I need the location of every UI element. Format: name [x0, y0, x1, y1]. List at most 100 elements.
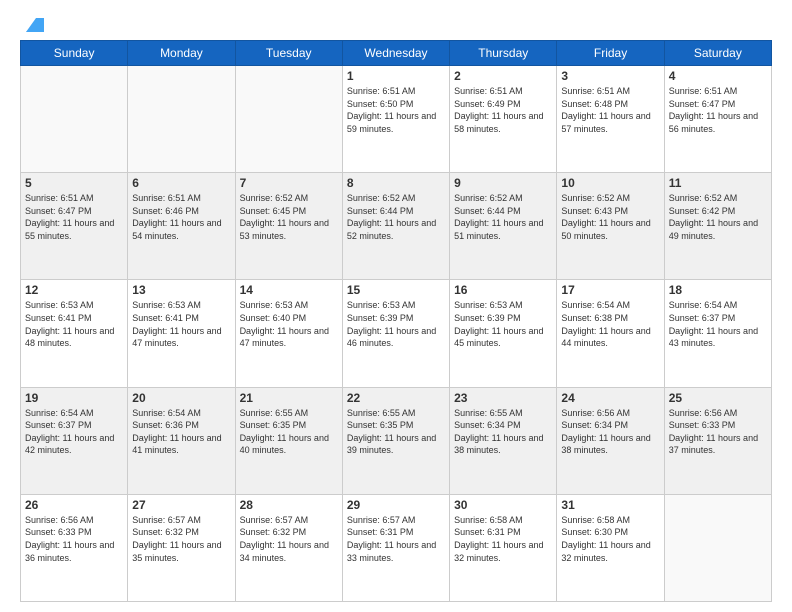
- day-number: 19: [25, 391, 123, 405]
- day-info: Sunrise: 6:51 AM Sunset: 6:47 PM Dayligh…: [669, 85, 767, 135]
- day-number: 22: [347, 391, 445, 405]
- calendar-table: SundayMondayTuesdayWednesdayThursdayFrid…: [20, 40, 772, 602]
- logo-text: [20, 18, 44, 36]
- day-number: 7: [240, 176, 338, 190]
- day-info: Sunrise: 6:55 AM Sunset: 6:34 PM Dayligh…: [454, 407, 552, 457]
- day-info: Sunrise: 6:51 AM Sunset: 6:49 PM Dayligh…: [454, 85, 552, 135]
- day-number: 16: [454, 283, 552, 297]
- day-number: 13: [132, 283, 230, 297]
- calendar-row-1: 1 Sunrise: 6:51 AM Sunset: 6:50 PM Daylig…: [21, 66, 772, 173]
- calendar-cell: 7 Sunrise: 6:52 AM Sunset: 6:45 PM Daylig…: [235, 173, 342, 280]
- calendar-cell: 12Sunrise: 6:53 AM Sunset: 6:41 PM Dayli…: [21, 280, 128, 387]
- day-info: Sunrise: 6:51 AM Sunset: 6:48 PM Dayligh…: [561, 85, 659, 135]
- day-info: Sunrise: 6:52 AM Sunset: 6:44 PM Dayligh…: [347, 192, 445, 242]
- day-number: 4: [669, 69, 767, 83]
- day-number: 11: [669, 176, 767, 190]
- calendar-cell: 15 Sunrise: 6:53 AM Sunset: 6:39 PM Dayli…: [342, 280, 449, 387]
- calendar-cell: [235, 66, 342, 173]
- calendar-cell: 8 Sunrise: 6:52 AM Sunset: 6:44 PM Daylig…: [342, 173, 449, 280]
- day-number: 15: [347, 283, 445, 297]
- calendar-cell: 10Sunrise: 6:52 AM Sunset: 6:43 PM Dayli…: [557, 173, 664, 280]
- calendar-row-4: 19 Sunrise: 6:54 AM Sunset: 6:37 PM Dayli…: [21, 387, 772, 494]
- day-number: 28: [240, 498, 338, 512]
- day-number: 31: [561, 498, 659, 512]
- calendar-cell: 29 Sunrise: 6:57 AM Sunset: 6:31 PM Dayli…: [342, 494, 449, 601]
- calendar-cell: 2 Sunrise: 6:51 AM Sunset: 6:49 PM Daylig…: [450, 66, 557, 173]
- day-info: Sunrise: 6:56 AM Sunset: 6:33 PM Dayligh…: [669, 407, 767, 457]
- day-number: 21: [240, 391, 338, 405]
- day-number: 29: [347, 498, 445, 512]
- day-info: Sunrise: 6:51 AM Sunset: 6:47 PM Dayligh…: [25, 192, 123, 242]
- day-info: Sunrise: 6:57 AM Sunset: 6:31 PM Dayligh…: [347, 514, 445, 564]
- day-number: 17: [561, 283, 659, 297]
- calendar-cell: 30 Sunrise: 6:58 AM Sunset: 6:31 PM Dayli…: [450, 494, 557, 601]
- calendar-cell: 4 Sunrise: 6:51 AM Sunset: 6:47 PM Daylig…: [664, 66, 771, 173]
- calendar-cell: 9Sunrise: 6:52 AM Sunset: 6:44 PM Daylig…: [450, 173, 557, 280]
- day-info: Sunrise: 6:55 AM Sunset: 6:35 PM Dayligh…: [347, 407, 445, 457]
- logo-icon: [22, 14, 44, 36]
- calendar-header-sunday: Sunday: [21, 41, 128, 66]
- calendar-cell: 22 Sunrise: 6:55 AM Sunset: 6:35 PM Dayli…: [342, 387, 449, 494]
- calendar-cell: 27 Sunrise: 6:57 AM Sunset: 6:32 PM Dayli…: [128, 494, 235, 601]
- day-info: Sunrise: 6:53 AM Sunset: 6:41 PM Dayligh…: [132, 299, 230, 349]
- day-info: Sunrise: 6:57 AM Sunset: 6:32 PM Dayligh…: [240, 514, 338, 564]
- calendar-cell: [664, 494, 771, 601]
- day-info: Sunrise: 6:52 AM Sunset: 6:42 PM Dayligh…: [669, 192, 767, 242]
- day-number: 20: [132, 391, 230, 405]
- calendar-cell: 17 Sunrise: 6:54 AM Sunset: 6:38 PM Dayli…: [557, 280, 664, 387]
- calendar-header-friday: Friday: [557, 41, 664, 66]
- day-info: Sunrise: 6:54 AM Sunset: 6:37 PM Dayligh…: [25, 407, 123, 457]
- day-number: 27: [132, 498, 230, 512]
- day-info: Sunrise: 6:53 AM Sunset: 6:39 PM Dayligh…: [347, 299, 445, 349]
- calendar-cell: 19 Sunrise: 6:54 AM Sunset: 6:37 PM Dayli…: [21, 387, 128, 494]
- day-number: 14: [240, 283, 338, 297]
- calendar-cell: 20 Sunrise: 6:54 AM Sunset: 6:36 PM Dayli…: [128, 387, 235, 494]
- day-number: 1: [347, 69, 445, 83]
- calendar-cell: 23 Sunrise: 6:55 AM Sunset: 6:34 PM Dayli…: [450, 387, 557, 494]
- day-number: 24: [561, 391, 659, 405]
- calendar-cell: 1 Sunrise: 6:51 AM Sunset: 6:50 PM Daylig…: [342, 66, 449, 173]
- calendar-row-3: 12Sunrise: 6:53 AM Sunset: 6:41 PM Dayli…: [21, 280, 772, 387]
- day-info: Sunrise: 6:58 AM Sunset: 6:30 PM Dayligh…: [561, 514, 659, 564]
- day-info: Sunrise: 6:58 AM Sunset: 6:31 PM Dayligh…: [454, 514, 552, 564]
- calendar-header-thursday: Thursday: [450, 41, 557, 66]
- calendar-cell: 25 Sunrise: 6:56 AM Sunset: 6:33 PM Dayli…: [664, 387, 771, 494]
- day-info: Sunrise: 6:56 AM Sunset: 6:33 PM Dayligh…: [25, 514, 123, 564]
- day-info: Sunrise: 6:54 AM Sunset: 6:38 PM Dayligh…: [561, 299, 659, 349]
- day-number: 2: [454, 69, 552, 83]
- calendar-row-5: 26 Sunrise: 6:56 AM Sunset: 6:33 PM Dayli…: [21, 494, 772, 601]
- calendar-header-row: SundayMondayTuesdayWednesdayThursdayFrid…: [21, 41, 772, 66]
- calendar-cell: 21 Sunrise: 6:55 AM Sunset: 6:35 PM Dayli…: [235, 387, 342, 494]
- day-number: 18: [669, 283, 767, 297]
- logo: [20, 18, 44, 30]
- day-number: 6: [132, 176, 230, 190]
- calendar-cell: 14 Sunrise: 6:53 AM Sunset: 6:40 PM Dayli…: [235, 280, 342, 387]
- day-number: 23: [454, 391, 552, 405]
- day-info: Sunrise: 6:54 AM Sunset: 6:36 PM Dayligh…: [132, 407, 230, 457]
- day-number: 25: [669, 391, 767, 405]
- day-number: 26: [25, 498, 123, 512]
- day-info: Sunrise: 6:57 AM Sunset: 6:32 PM Dayligh…: [132, 514, 230, 564]
- calendar-header-monday: Monday: [128, 41, 235, 66]
- day-info: Sunrise: 6:51 AM Sunset: 6:50 PM Dayligh…: [347, 85, 445, 135]
- calendar-cell: 26 Sunrise: 6:56 AM Sunset: 6:33 PM Dayli…: [21, 494, 128, 601]
- calendar-cell: 11 Sunrise: 6:52 AM Sunset: 6:42 PM Dayli…: [664, 173, 771, 280]
- day-info: Sunrise: 6:52 AM Sunset: 6:43 PM Dayligh…: [561, 192, 659, 242]
- day-info: Sunrise: 6:52 AM Sunset: 6:45 PM Dayligh…: [240, 192, 338, 242]
- calendar-cell: 6 Sunrise: 6:51 AM Sunset: 6:46 PM Daylig…: [128, 173, 235, 280]
- calendar-cell: 16Sunrise: 6:53 AM Sunset: 6:39 PM Dayli…: [450, 280, 557, 387]
- day-info: Sunrise: 6:51 AM Sunset: 6:46 PM Dayligh…: [132, 192, 230, 242]
- day-info: Sunrise: 6:53 AM Sunset: 6:40 PM Dayligh…: [240, 299, 338, 349]
- day-info: Sunrise: 6:53 AM Sunset: 6:41 PM Dayligh…: [25, 299, 123, 349]
- day-info: Sunrise: 6:52 AM Sunset: 6:44 PM Dayligh…: [454, 192, 552, 242]
- calendar-header-wednesday: Wednesday: [342, 41, 449, 66]
- calendar-cell: 3Sunrise: 6:51 AM Sunset: 6:48 PM Daylig…: [557, 66, 664, 173]
- page: SundayMondayTuesdayWednesdayThursdayFrid…: [0, 0, 792, 612]
- calendar-cell: 5Sunrise: 6:51 AM Sunset: 6:47 PM Daylig…: [21, 173, 128, 280]
- calendar-cell: 31 Sunrise: 6:58 AM Sunset: 6:30 PM Dayli…: [557, 494, 664, 601]
- day-info: Sunrise: 6:55 AM Sunset: 6:35 PM Dayligh…: [240, 407, 338, 457]
- calendar-header-tuesday: Tuesday: [235, 41, 342, 66]
- calendar-cell: [21, 66, 128, 173]
- day-number: 30: [454, 498, 552, 512]
- day-number: 8: [347, 176, 445, 190]
